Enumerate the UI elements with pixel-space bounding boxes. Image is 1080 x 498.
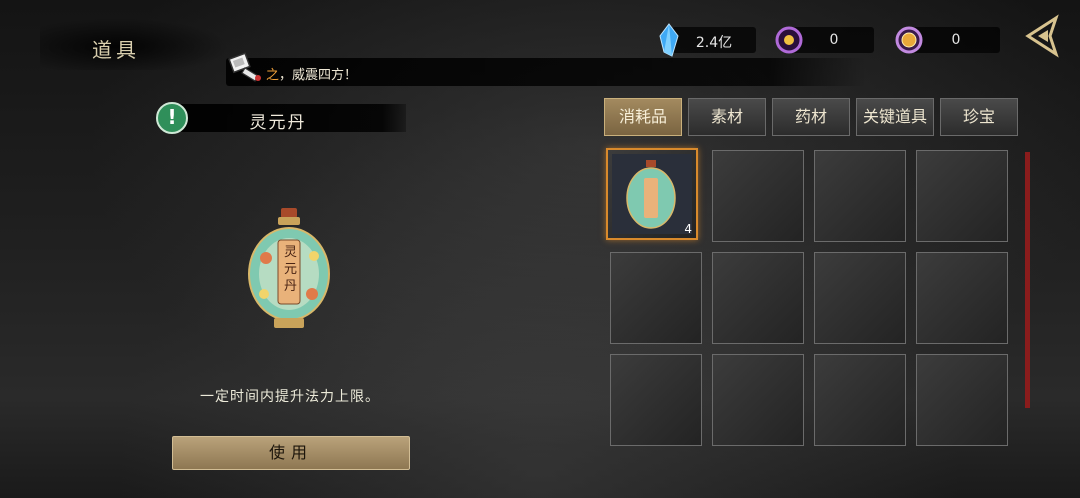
inventory-slot[interactable]: [712, 150, 804, 242]
inventory-scrollbar[interactable]: [1025, 152, 1030, 408]
tab-consumables[interactable]: 消耗品: [604, 98, 682, 136]
slot-count: 4: [684, 222, 692, 236]
use-button[interactable]: 使用: [172, 436, 410, 470]
back-arrow-icon[interactable]: [1022, 14, 1060, 58]
spirit-orb-icon: [775, 26, 803, 54]
item-description: 一定时间内提升法力上限。: [200, 389, 380, 405]
tab-treasures[interactable]: 珍宝: [940, 98, 1018, 136]
inventory-slot[interactable]: [916, 354, 1008, 446]
inventory-slot[interactable]: [712, 252, 804, 344]
tab-materials[interactable]: 素材: [688, 98, 766, 136]
currency-gold-value: 0: [951, 32, 961, 48]
tab-key-items[interactable]: 关键道具: [856, 98, 934, 136]
ticker-text: ，威震四方！: [279, 68, 358, 83]
inventory-slot[interactable]: [610, 252, 702, 344]
inventory-slot[interactable]: [814, 150, 906, 242]
tab-herbs[interactable]: 药材: [772, 98, 850, 136]
bottle-label-text: 灵元丹: [284, 245, 298, 294]
ticker-message: 之，威震四方！: [266, 64, 357, 83]
inventory-slot[interactable]: [916, 150, 1008, 242]
inventory-slot-selected[interactable]: 4: [606, 148, 698, 240]
currency-crystal-value: 2.4亿: [695, 35, 733, 51]
ticker-highlight: 之: [266, 68, 280, 83]
inventory-slot[interactable]: [610, 354, 702, 446]
inventory-slot[interactable]: [916, 252, 1008, 344]
snuff-bottle-thumb-icon: [612, 154, 692, 234]
crystal-icon: [659, 23, 679, 57]
megaphone-icon: [228, 52, 261, 82]
page-title: 道具: [92, 38, 140, 62]
inventory-slot[interactable]: [712, 354, 804, 446]
gold-coin-icon: [895, 26, 923, 54]
item-name: 灵元丹: [249, 113, 307, 133]
inventory-slot[interactable]: [814, 354, 906, 446]
currency-spirit-value: 0: [829, 32, 839, 48]
inventory-slot[interactable]: [814, 252, 906, 344]
